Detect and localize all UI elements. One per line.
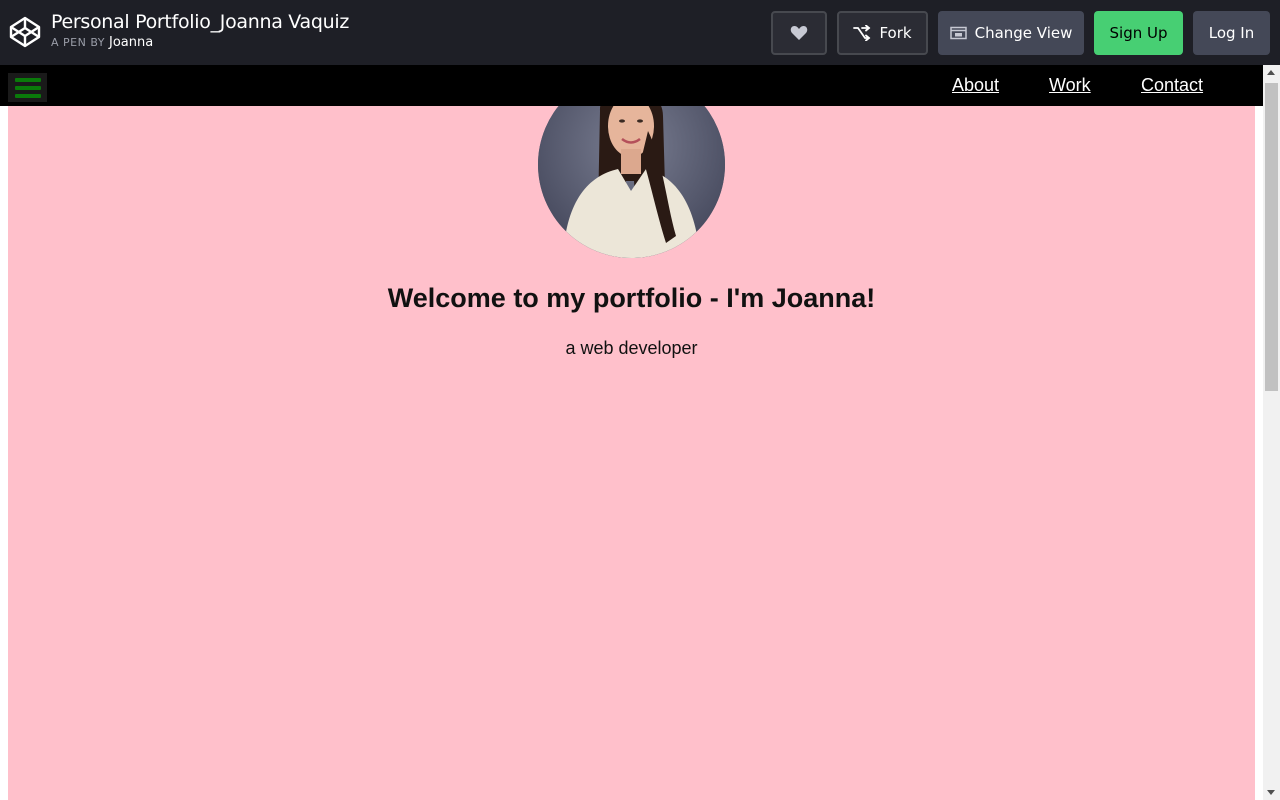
scroll-up-arrow-icon[interactable] — [1267, 70, 1275, 75]
tagline: a web developer — [565, 338, 698, 358]
codepen-logo-icon[interactable] — [8, 15, 42, 49]
welcome-heading: Welcome to my portfolio - I'm Joanna! — [387, 283, 876, 313]
pen-byline: A PEN BY Joanna — [51, 35, 349, 50]
pen-title-block: Personal Portfolio_Joanna Vaquiz A PEN B… — [51, 11, 349, 50]
nav-link-work[interactable]: Work — [1049, 75, 1091, 96]
fork-icon — [853, 25, 871, 41]
nav-link-contact[interactable]: Contact — [1141, 75, 1203, 96]
heart-button[interactable] — [771, 11, 827, 55]
codepen-header: Personal Portfolio_Joanna Vaquiz A PEN B… — [0, 0, 1280, 65]
by-label: A PEN BY — [51, 36, 105, 49]
pen-title: Personal Portfolio_Joanna Vaquiz — [51, 11, 350, 33]
nav-link-about[interactable]: About — [952, 75, 999, 96]
change-view-button[interactable]: Change View — [938, 11, 1084, 55]
log-in-button[interactable]: Log In — [1193, 11, 1270, 55]
scroll-down-arrow-icon[interactable] — [1267, 790, 1275, 795]
change-view-icon — [949, 26, 967, 40]
scrollbar-thumb[interactable] — [1265, 83, 1278, 391]
hamburger-menu-icon[interactable] — [8, 73, 47, 102]
pen-preview: About Work Contact Welcome to my portfol… — [0, 65, 1280, 800]
change-view-label: Change View — [974, 24, 1073, 42]
vertical-scrollbar[interactable] — [1263, 65, 1280, 800]
heart-icon — [790, 26, 808, 40]
sign-up-button[interactable]: Sign Up — [1094, 11, 1183, 55]
author-link[interactable]: Joanna — [109, 35, 153, 50]
fork-label: Fork — [879, 24, 912, 42]
portfolio-navbar: About Work Contact — [0, 65, 1263, 106]
fork-button[interactable]: Fork — [837, 11, 928, 55]
